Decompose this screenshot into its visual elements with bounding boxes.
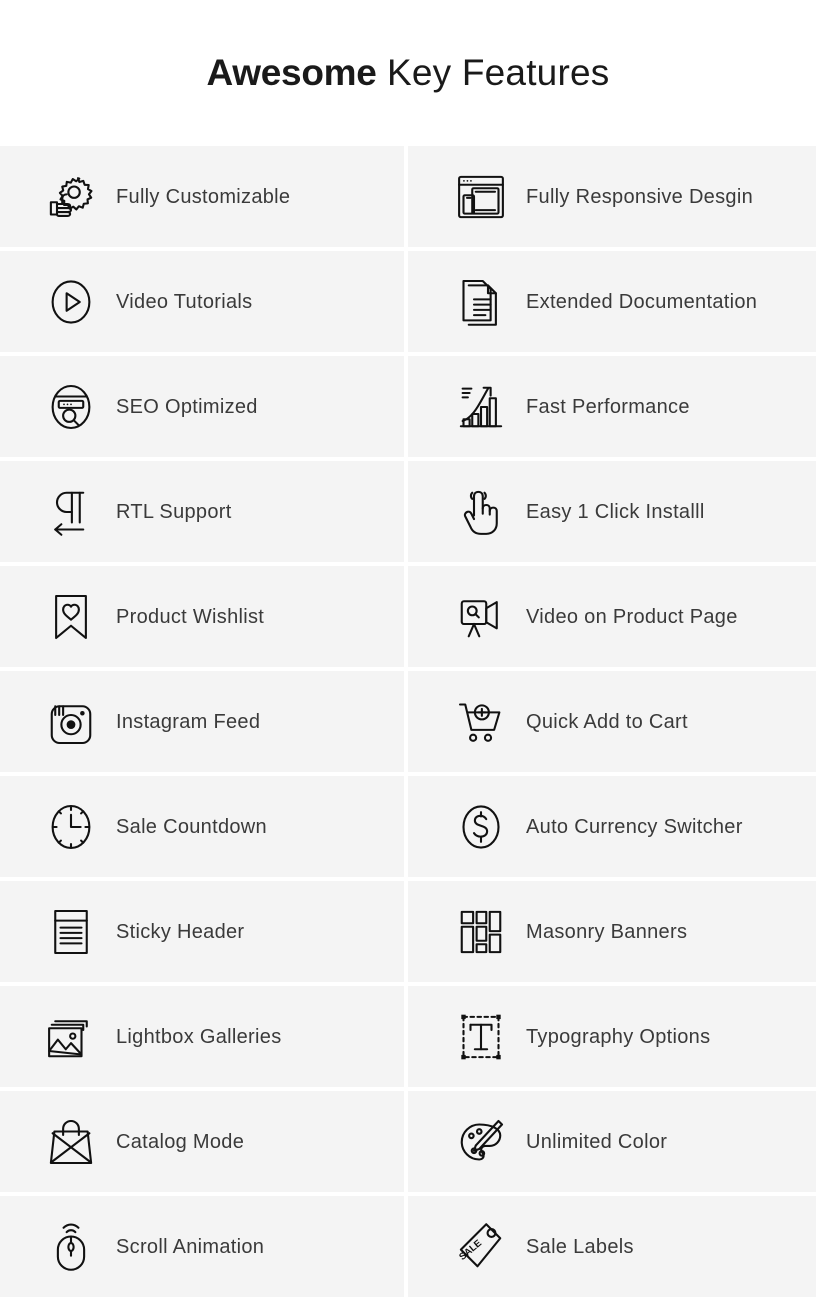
- clock-icon: [40, 796, 102, 858]
- feature-cell[interactable]: Video on Product Page: [408, 566, 816, 671]
- feature-label: Unlimited Color: [526, 1130, 668, 1153]
- sticky-header-icon: [40, 901, 102, 963]
- instagram-camera-icon: [40, 691, 102, 753]
- feature-cell[interactable]: Fast Performance: [408, 356, 816, 461]
- feature-cell[interactable]: Quick Add to Cart: [408, 671, 816, 776]
- page-title-light: Key Features: [376, 52, 610, 93]
- feature-cell[interactable]: Sticky Header: [0, 881, 408, 986]
- feature-label: Fully Customizable: [116, 185, 291, 208]
- feature-cell[interactable]: SALE Sale Labels: [408, 1196, 816, 1301]
- feature-cell[interactable]: Fully Responsive Desgin: [408, 146, 816, 251]
- feature-label: Typography Options: [526, 1025, 711, 1048]
- seo-search-icon: [40, 376, 102, 438]
- gear-hand-icon: [40, 166, 102, 228]
- feature-label: SEO Optimized: [116, 395, 258, 418]
- feature-grid: Fully Customizable Fully Responsive Desg…: [0, 146, 816, 1301]
- feature-label: Auto Currency Switcher: [526, 815, 743, 838]
- bar-chart-arrow-icon: [450, 376, 512, 438]
- feature-cell[interactable]: Catalog Mode: [0, 1091, 408, 1196]
- palette-brush-icon: [450, 1111, 512, 1173]
- feature-label: Easy 1 Click Installl: [526, 500, 705, 523]
- feature-cell[interactable]: Masonry Banners: [408, 881, 816, 986]
- page-title: Awesome Key Features: [207, 52, 610, 94]
- feature-cell[interactable]: Easy 1 Click Installl: [408, 461, 816, 566]
- typography-t-icon: [450, 1006, 512, 1068]
- feature-label: Extended Documentation: [526, 290, 758, 313]
- feature-label: Lightbox Galleries: [116, 1025, 282, 1048]
- feature-cell[interactable]: Unlimited Color: [408, 1091, 816, 1196]
- cart-plus-icon: [450, 691, 512, 753]
- feature-label: Video on Product Page: [526, 605, 738, 628]
- sale-tag-icon: SALE: [450, 1216, 512, 1278]
- feature-label: Fully Responsive Desgin: [526, 185, 753, 208]
- feature-label: Masonry Banners: [526, 920, 688, 943]
- feature-label: Quick Add to Cart: [526, 710, 688, 733]
- responsive-devices-icon: [450, 166, 512, 228]
- feature-cell[interactable]: Instagram Feed: [0, 671, 408, 776]
- feature-cell[interactable]: Video Tutorials: [0, 251, 408, 356]
- feature-label: Fast Performance: [526, 395, 690, 418]
- feature-cell[interactable]: SEO Optimized: [0, 356, 408, 461]
- feature-cell[interactable]: RTL Support: [0, 461, 408, 566]
- pilcrow-arrow-icon: [40, 481, 102, 543]
- feature-cell[interactable]: Extended Documentation: [408, 251, 816, 356]
- masonry-grid-icon: [450, 901, 512, 963]
- page-title-strong: Awesome: [206, 52, 377, 93]
- feature-label: Catalog Mode: [116, 1130, 245, 1153]
- page-header: Awesome Key Features: [0, 0, 816, 146]
- documents-icon: [450, 271, 512, 333]
- feature-label: Video Tutorials: [116, 290, 253, 313]
- feature-cell[interactable]: Sale Countdown: [0, 776, 408, 881]
- feature-cell[interactable]: Typography Options: [408, 986, 816, 1091]
- feature-cell[interactable]: Scroll Animation: [0, 1196, 408, 1301]
- feature-label: RTL Support: [116, 500, 232, 523]
- video-camera-icon: [450, 586, 512, 648]
- feature-label: Sale Labels: [526, 1235, 634, 1258]
- feature-cell[interactable]: Lightbox Galleries: [0, 986, 408, 1091]
- feature-label: Sale Countdown: [116, 815, 267, 838]
- click-hand-icon: [450, 481, 512, 543]
- play-circle-icon: [40, 271, 102, 333]
- bookmark-heart-icon: [40, 586, 102, 648]
- feature-label: Scroll Animation: [116, 1235, 265, 1258]
- feature-label: Sticky Header: [116, 920, 245, 943]
- feature-cell[interactable]: Fully Customizable: [0, 146, 408, 251]
- feature-cell[interactable]: Product Wishlist: [0, 566, 408, 671]
- no-bag-icon: [40, 1111, 102, 1173]
- feature-cell[interactable]: Auto Currency Switcher: [408, 776, 816, 881]
- dollar-circle-icon: [450, 796, 512, 858]
- image-stack-icon: [40, 1006, 102, 1068]
- feature-label: Instagram Feed: [116, 710, 261, 733]
- feature-label: Product Wishlist: [116, 605, 265, 628]
- features-page: Awesome Key Features Fully Customizable …: [0, 0, 816, 1315]
- mouse-signal-icon: [40, 1216, 102, 1278]
